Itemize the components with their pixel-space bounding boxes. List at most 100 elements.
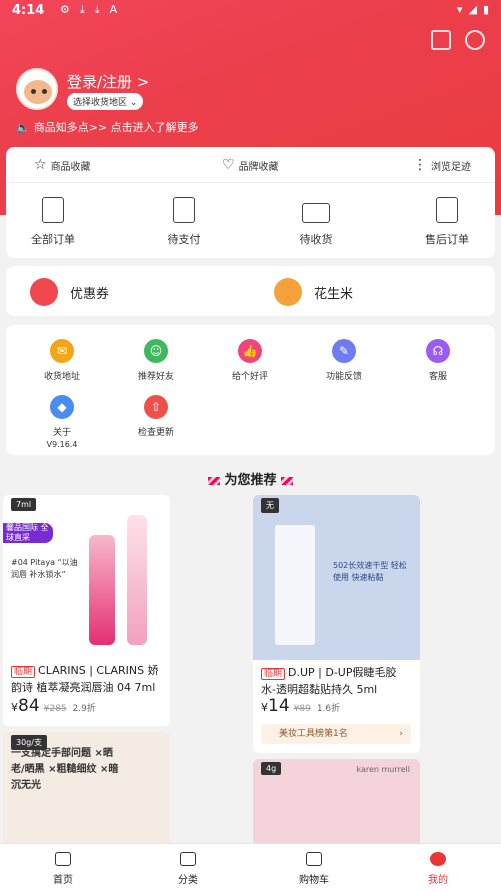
peanut-icon	[274, 278, 302, 306]
product-price: ¥14 ¥89 1.6折	[261, 696, 341, 716]
peanut-label: 花生米	[314, 286, 354, 302]
cart-icon	[306, 852, 322, 866]
product-card[interactable]: 无 502长效速干型 轻松使用 快速粘黏 临期 D.UP | D-UP假睫毛胶水-…	[253, 495, 420, 753]
wifi-icon: ▾	[456, 3, 463, 16]
discount: 1.6折	[316, 704, 341, 714]
favorite-products[interactable]: ☆ 商品收藏	[34, 157, 91, 173]
spec-tag: 无	[261, 498, 279, 513]
download-icon: ⤓	[79, 3, 85, 16]
scan-icon[interactable]	[431, 30, 451, 50]
favorite-products-label: 商品收藏	[50, 161, 91, 173]
all-orders-label: 全部订单	[31, 233, 75, 246]
favorite-brands-label: 品牌收藏	[238, 161, 279, 173]
login-link[interactable]: 登录/注册 >	[67, 71, 149, 92]
original-price: ¥285	[43, 704, 67, 714]
product-card[interactable]: 30g/支 一支搞定手部问题 ×晒老/晒黑 ×粗糙细纹 ×暗沉无光	[3, 732, 170, 852]
spec-tag: 30g/支	[11, 735, 47, 750]
tool-rate-label: 给个好评	[231, 372, 268, 382]
address-icon: ✉	[50, 339, 74, 363]
tab-mine[interactable]: 我的	[398, 852, 478, 886]
image-caption: #04 Pitaya “以油润唇 补水锁水”	[11, 558, 78, 579]
all-orders-button[interactable]: 全部订单	[13, 197, 93, 247]
original-price: ¥89	[293, 704, 311, 714]
feedback-icon: ✎	[332, 339, 356, 363]
thumbs-up-icon: 👍	[238, 339, 262, 363]
coupon-icon	[30, 278, 58, 306]
headset-icon: ☊	[426, 339, 450, 363]
gear-icon[interactable]	[465, 30, 485, 50]
discount: 2.9折	[72, 704, 96, 714]
product-card[interactable]: 7ml 馨品国际 全球直采 #04 Pitaya “以油润唇 补水锁水” 临期 C…	[3, 495, 170, 726]
pending-delivery-button[interactable]: 待收货	[276, 197, 356, 247]
after-sales-label: 售后订单	[425, 233, 469, 246]
tool-feedback[interactable]: ✎ 功能反馈	[304, 339, 384, 382]
browse-history-label: 浏览足迹	[431, 161, 471, 173]
spec-tag: 4g	[261, 762, 282, 775]
peanut-entry[interactable]: 花生米	[274, 278, 353, 306]
tool-address[interactable]: ✉ 收货地址	[22, 339, 102, 382]
notice-text: 商品知多点>> 点击进入了解更多	[33, 121, 199, 134]
stripe-decoration	[280, 476, 293, 485]
tab-category-label: 分类	[178, 875, 198, 886]
tool-service-label: 客服	[428, 372, 447, 382]
bottom-tab-bar: 首页 分类 购物车 我的	[0, 843, 501, 892]
hamster-face	[24, 80, 52, 104]
tab-category[interactable]: 分类	[148, 852, 228, 886]
favorites-row: ☆ 商品收藏 ♡ 品牌收藏 ⋮ 浏览足迹	[6, 147, 495, 183]
recommend-title-text: 为您推荐	[224, 473, 277, 488]
star-icon: ☆	[34, 157, 47, 173]
ranking-badge[interactable]: 美妆工具榜第1名 ›	[261, 724, 411, 744]
tool-about[interactable]: ◆ 关于 V9.16.4	[22, 395, 102, 449]
header-actions	[431, 30, 485, 50]
download-icon: ⤓	[94, 3, 100, 16]
tab-cart[interactable]: 购物车	[274, 852, 354, 886]
avatar-eye	[31, 89, 36, 94]
lip-oil-bottle	[127, 515, 147, 645]
refer-friend-icon: ☺	[144, 339, 168, 363]
assets-card: 优惠券 花生米	[6, 266, 495, 316]
spec-tag: 7ml	[11, 498, 37, 511]
notice-bar[interactable]: 🔈 商品知多点>> 点击进入了解更多	[16, 119, 199, 135]
image-caption: 502长效速干型 轻松使用 快速粘黏	[333, 561, 407, 582]
price-value: 84	[18, 696, 40, 716]
product-image: 502长效速干型 轻松使用 快速粘黏	[253, 495, 420, 660]
tool-update[interactable]: ⇧ 检查更新	[116, 395, 196, 438]
return-doc-icon	[436, 197, 458, 223]
tab-home[interactable]: 首页	[23, 852, 103, 886]
coupon-label: 优惠券	[70, 286, 110, 302]
clock: 4:14	[12, 3, 45, 18]
recommend-title: 为您推荐	[0, 469, 501, 488]
lip-oil-bottle	[89, 535, 115, 645]
product-image: 馨品国际 全球直采 #04 Pitaya “以油润唇 补水锁水”	[3, 495, 170, 655]
expiry-badge: 临期	[261, 668, 286, 680]
product-card[interactable]: 4g karen murrell	[253, 759, 420, 849]
pending-payment-button[interactable]: 待支付	[144, 197, 224, 247]
signal-icon: ◢	[468, 3, 477, 16]
version-label: V9.16.4	[46, 440, 78, 449]
glue-package	[275, 525, 315, 645]
update-icon: ⇧	[144, 395, 168, 419]
region-selector[interactable]: 选择收货地区 ⌄	[67, 93, 144, 110]
promo-badge: 馨品国际 全球直采	[3, 523, 53, 543]
tool-service[interactable]: ☊ 客服	[398, 339, 478, 382]
product-price: ¥84 ¥285 2.9折	[11, 696, 96, 716]
after-sales-button[interactable]: 售后订单	[407, 197, 487, 247]
ranking-text: 美妆工具榜第1名	[279, 729, 348, 739]
footprint-icon: ⋮	[413, 157, 427, 173]
user-icon	[430, 852, 446, 866]
price-value: 14	[268, 696, 290, 716]
tool-refer[interactable]: ☺ 推荐好友	[116, 339, 196, 382]
browse-history[interactable]: ⋮ 浏览足迹	[413, 157, 471, 173]
avatar-eye	[42, 89, 47, 94]
tool-rate[interactable]: 👍 给个好评	[210, 339, 290, 382]
tool-feedback-label: 功能反馈	[325, 372, 362, 382]
app-notification-icon: A	[109, 3, 118, 16]
coupon-entry[interactable]: 优惠券	[30, 278, 109, 306]
stripe-decoration	[208, 476, 221, 485]
expiry-badge: 临期	[11, 666, 36, 678]
heart-icon: ♡	[222, 157, 235, 173]
favorite-brands[interactable]: ♡ 品牌收藏	[222, 157, 279, 173]
orders-card: ☆ 商品收藏 ♡ 品牌收藏 ⋮ 浏览足迹 全部订单 待支付 待收货 售后订单	[6, 147, 495, 258]
system-icons: ▾ ◢ ▮	[457, 3, 489, 16]
avatar[interactable]	[16, 68, 58, 110]
